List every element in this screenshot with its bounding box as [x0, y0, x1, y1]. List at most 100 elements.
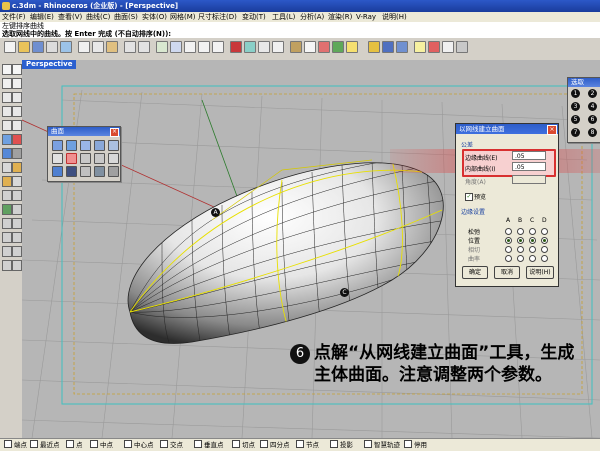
blend-tool-icon[interactable] [2, 176, 12, 187]
osnap-mid[interactable]: 中点 [90, 440, 113, 450]
inner-curves-input[interactable]: .05 [512, 162, 546, 171]
undo-icon[interactable] [124, 41, 136, 53]
new-file-icon[interactable] [4, 41, 16, 53]
osnap-near[interactable]: 最近点 [30, 440, 60, 450]
surface-edit-icon[interactable] [108, 166, 119, 177]
solid-tool-icon[interactable] [12, 134, 22, 145]
number-7-icon[interactable]: 7 [571, 128, 580, 137]
position-d-radio[interactable] [541, 237, 548, 244]
close-icon[interactable]: × [110, 128, 119, 137]
number-1-icon[interactable]: 1 [571, 89, 580, 98]
array-tool-icon[interactable] [12, 246, 22, 257]
render-car-icon[interactable] [230, 41, 242, 53]
vray-icon[interactable] [368, 41, 380, 53]
ellipse-icon[interactable] [12, 106, 22, 117]
save-icon[interactable] [32, 41, 44, 53]
menu-help[interactable]: 说明(H) [382, 12, 407, 22]
split-tool-icon[interactable] [12, 190, 22, 201]
loose-a-checkbox[interactable] [505, 228, 512, 235]
trim-tool-icon[interactable] [2, 190, 12, 201]
command-area[interactable]: 左键排序曲线 选取网线中的曲线。按 Enter 完成 (不自动排序(N)): [0, 22, 600, 39]
vray-render-icon[interactable] [382, 41, 394, 53]
explode-tool-icon[interactable] [12, 204, 22, 215]
surface-from-points-icon[interactable] [52, 140, 63, 151]
polygon-icon[interactable] [12, 120, 22, 131]
ok-button[interactable]: 确定 [462, 266, 488, 279]
viewport-tab[interactable]: Perspective [22, 60, 77, 69]
menu-edit[interactable]: 编辑(E) [30, 12, 54, 22]
loose-c-checkbox[interactable] [529, 228, 536, 235]
number-8-icon[interactable]: 8 [588, 128, 597, 137]
import-icon[interactable] [60, 41, 72, 53]
preview-checkbox[interactable]: ✓ [465, 193, 473, 201]
properties-icon[interactable] [290, 41, 302, 53]
menu-tools[interactable]: 工具(L) [272, 12, 295, 22]
text-tool-icon[interactable] [12, 148, 22, 159]
zoom-icon[interactable] [184, 41, 196, 53]
osnap-knot[interactable]: 节点 [296, 440, 319, 450]
drape-icon[interactable] [80, 166, 91, 177]
menu-mesh[interactable]: 网格(M) [170, 12, 196, 22]
rectangle-icon[interactable] [2, 120, 12, 131]
revolve-icon[interactable] [108, 153, 119, 164]
osnap-intersection[interactable]: 交点 [160, 440, 183, 450]
dialog-close-icon[interactable]: × [547, 125, 557, 135]
curvature-a-radio[interactable] [505, 255, 512, 262]
curvature-c-radio[interactable] [529, 255, 536, 262]
rotate-tool-icon[interactable] [2, 232, 12, 243]
menu-solid[interactable]: 实体(O) [142, 12, 167, 22]
tangent-a-radio[interactable] [505, 246, 512, 253]
curvature-b-radio[interactable] [517, 255, 524, 262]
pan-icon[interactable] [156, 41, 168, 53]
menu-render[interactable]: 渲染(R) [328, 12, 352, 22]
patch-icon[interactable] [66, 166, 77, 177]
menu-surface[interactable]: 曲面(S) [114, 12, 138, 22]
paste-icon[interactable] [106, 41, 118, 53]
rotate-view-icon[interactable] [170, 41, 182, 53]
print-icon[interactable] [46, 41, 58, 53]
mesh-tool-icon[interactable] [2, 148, 12, 159]
circle-icon[interactable] [12, 92, 22, 103]
curve-icon[interactable] [2, 92, 12, 103]
tangent-c-radio[interactable] [529, 246, 536, 253]
move-tool-icon[interactable] [2, 218, 12, 229]
osnap-tangent[interactable]: 切点 [232, 440, 255, 450]
layer-icon[interactable] [272, 41, 284, 53]
surface-tool-icon[interactable] [2, 134, 12, 145]
polyline-icon[interactable] [12, 78, 22, 89]
scale-tool-icon[interactable] [12, 232, 22, 243]
edge-curves-input[interactable]: .05 [512, 151, 546, 160]
number-6-icon[interactable]: 6 [588, 115, 597, 124]
vray-frame-icon[interactable] [456, 41, 468, 53]
vray-options-icon[interactable] [396, 41, 408, 53]
menu-transform[interactable]: 变动(T) [242, 12, 266, 22]
smart-track[interactable]: 智慧轨迹 [364, 440, 400, 450]
planar-surface-icon[interactable] [80, 140, 91, 151]
mirror-tool-icon[interactable] [2, 246, 12, 257]
menu-file[interactable]: 文件(F) [2, 12, 26, 22]
osnap-point[interactable]: 点 [66, 440, 83, 450]
rectangle-surface-icon[interactable] [108, 140, 119, 151]
cut-icon[interactable] [78, 41, 90, 53]
select-arrow-icon[interactable] [2, 64, 12, 75]
number-5-icon[interactable]: 5 [571, 115, 580, 124]
number-3-icon[interactable]: 3 [571, 102, 580, 111]
menu-view[interactable]: 查看(V) [58, 12, 82, 22]
arc-icon[interactable] [2, 106, 12, 117]
osnap-project[interactable]: 投影 [330, 440, 353, 450]
help-icon[interactable] [414, 41, 426, 53]
osnap-quadrant[interactable]: 四分点 [260, 440, 290, 450]
bulb-icon[interactable] [346, 41, 358, 53]
help-button[interactable]: 说明(H) [526, 266, 554, 279]
curvature-d-radio[interactable] [541, 255, 548, 262]
menu-vray[interactable]: V-Ray [356, 12, 376, 22]
open-folder-icon[interactable] [18, 41, 30, 53]
angle-input[interactable] [512, 175, 546, 184]
number-4-icon[interactable]: 4 [588, 102, 597, 111]
sweep1-icon[interactable] [80, 153, 91, 164]
shade-icon[interactable] [244, 41, 256, 53]
copy-icon[interactable] [92, 41, 104, 53]
offset-tool-icon[interactable] [2, 162, 12, 173]
osnap-end[interactable]: 端点 [4, 440, 27, 450]
grid-icon[interactable] [258, 41, 270, 53]
